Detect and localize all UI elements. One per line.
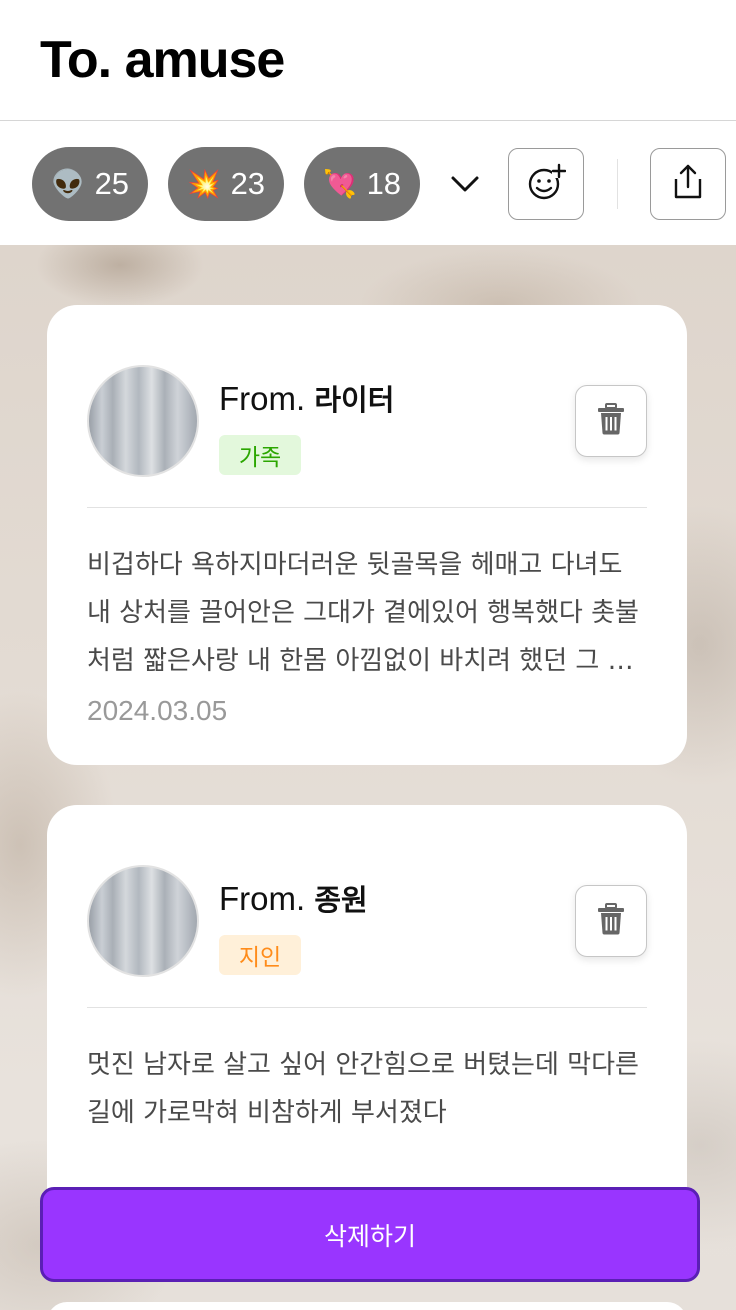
from-prefix: From. (219, 880, 306, 917)
relationship-badge: 지인 (219, 935, 301, 975)
sender-name-text: 종원 (314, 883, 368, 917)
delete-message-button[interactable] (575, 885, 647, 957)
reaction-badge-alien[interactable]: 👽 25 (32, 147, 148, 221)
reaction-toolbar: 👽 25 💥 23 💘 18 (0, 121, 736, 245)
reaction-count: 25 (94, 166, 130, 201)
reaction-count: 23 (230, 166, 266, 201)
avatar (87, 365, 199, 477)
collision-emoji-icon: 💥 (186, 168, 221, 199)
message-card[interactable] (47, 1302, 687, 1310)
alien-emoji-icon: 👽 (50, 168, 85, 199)
reaction-badge-heart-arrow[interactable]: 💘 18 (304, 147, 420, 221)
delete-button[interactable]: 삭제하기 (40, 1187, 700, 1282)
trash-icon (596, 902, 626, 940)
from-prefix: From. (219, 380, 306, 417)
reaction-badge-collision[interactable]: 💥 23 (168, 147, 284, 221)
delete-message-button[interactable] (575, 385, 647, 457)
toolbar-divider (617, 159, 618, 209)
message-content: 비겁하다 욕하지마더러운 뒷골목을 헤매고 다녀도 내 상처를 끌어안은 그대가… (87, 550, 639, 676)
share-icon (670, 163, 706, 205)
card-divider (87, 1007, 647, 1008)
header: To. amuse (0, 0, 736, 121)
sender-name: From. 종원 (219, 877, 368, 919)
message-content: 멋진 남자로 살고 싶어 안간힘으로 버텼는데 막다른 길에 가로막혀 비참하게… (87, 1050, 639, 1128)
chevron-down-icon[interactable] (446, 165, 484, 203)
rolling-paper-page: To. amuse 👽 25 💥 23 💘 18 From. 라이터 가족 비겁… (0, 0, 736, 1310)
avatar (87, 865, 199, 977)
trash-icon (596, 402, 626, 440)
add-reaction-button[interactable] (508, 148, 584, 220)
page-title: To. amuse (40, 31, 285, 89)
heart-arrow-emoji-icon: 💘 (322, 168, 357, 199)
sender-name: From. 라이터 (219, 377, 394, 419)
relationship-badge: 가족 (219, 435, 301, 475)
add-emoji-icon (526, 162, 567, 206)
reaction-count: 18 (366, 166, 402, 201)
share-button[interactable] (650, 148, 726, 220)
message-date: 2024.03.05 (87, 695, 228, 726)
card-divider (87, 507, 647, 508)
sender-name-text: 라이터 (314, 383, 395, 417)
message-card[interactable]: From. 라이터 가족 비겁하다 욕하지마더러운 뒷골목을 헤매고 다녀도 내… (47, 305, 687, 765)
